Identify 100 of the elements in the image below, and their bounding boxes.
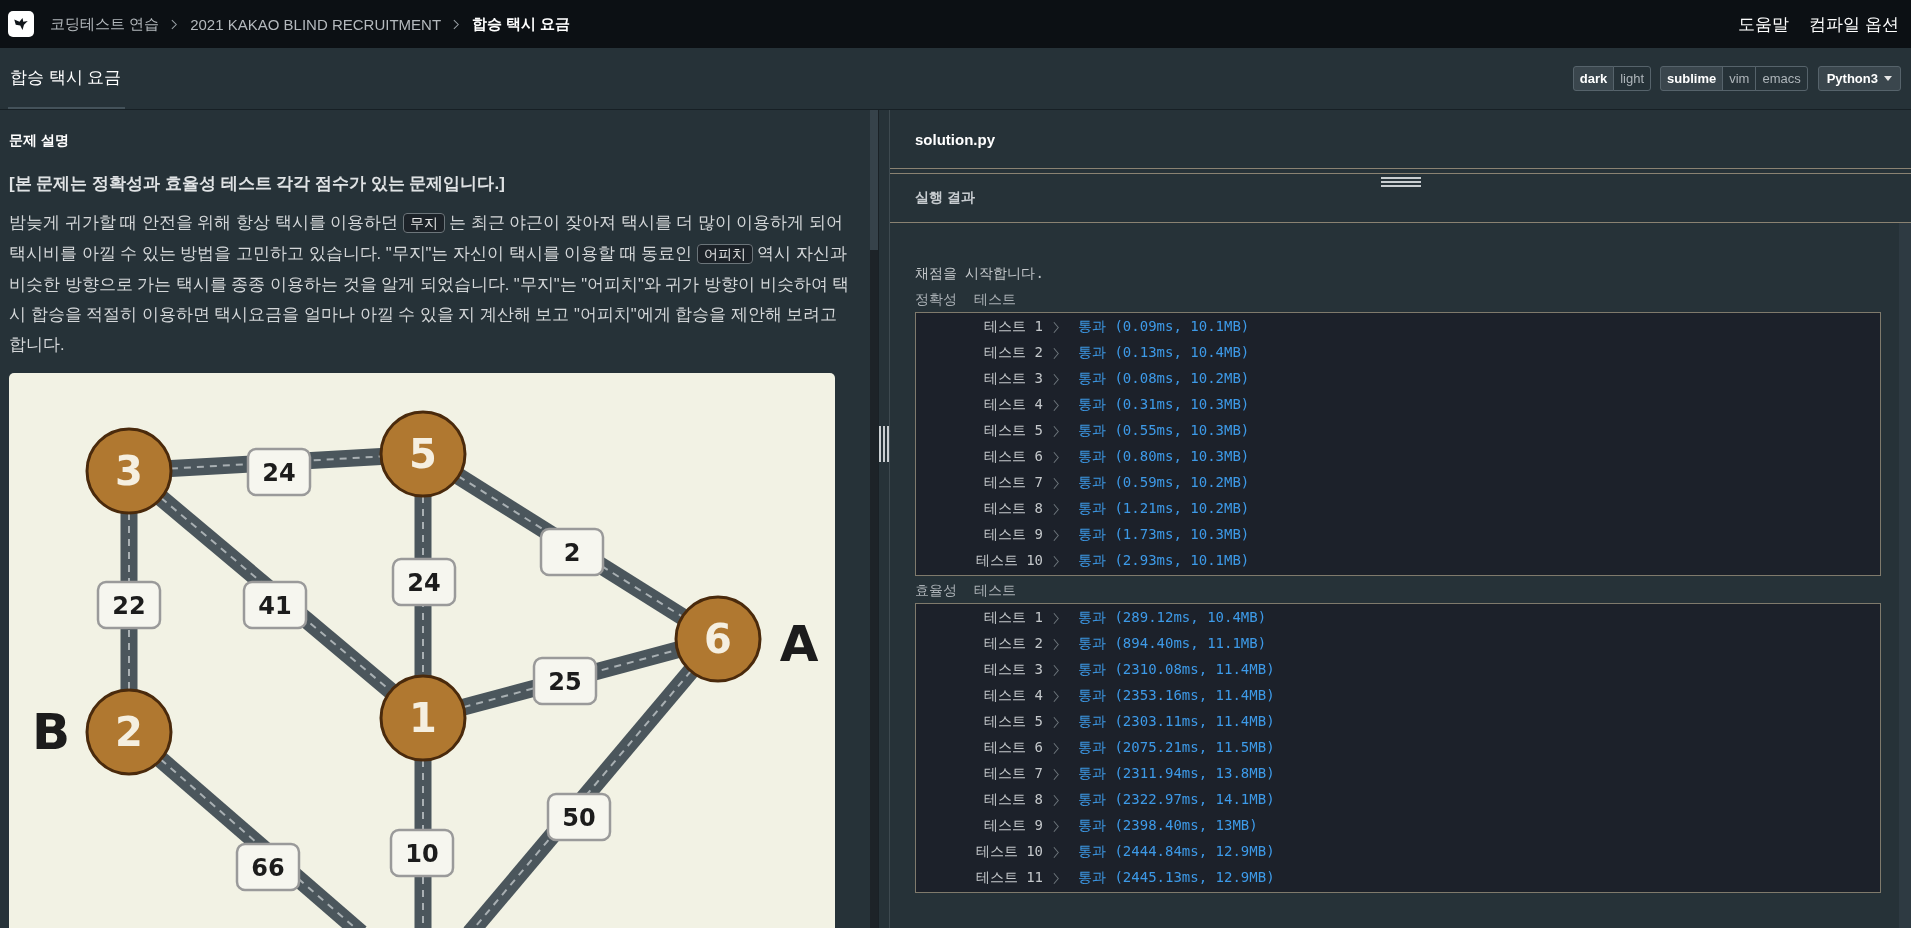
edge-weight-label: 10	[389, 828, 455, 878]
breadcrumb-link[interactable]: 합승 택시 요금	[472, 14, 571, 34]
logo-icon[interactable]	[8, 11, 34, 37]
edge-weight-label: 41	[242, 580, 308, 630]
edge-weight-label: 50	[546, 792, 612, 842]
test-label: 테스트 10	[974, 843, 1043, 861]
grip-icon[interactable]	[879, 426, 889, 462]
test-result-text: 통과 (0.59ms, 10.2MB)	[1078, 474, 1250, 492]
scrollbar[interactable]	[1899, 223, 1911, 928]
graph-node: 3	[85, 427, 173, 515]
test-result-text: 통과 (2353.16ms, 11.4MB)	[1078, 687, 1275, 705]
chevron-right-icon	[1053, 554, 1060, 568]
chevron-right-icon	[171, 18, 179, 30]
test-result-text: 통과 (2075.21ms, 11.5MB)	[1078, 739, 1275, 757]
keymap-toggle[interactable]: emacs	[1755, 66, 1808, 91]
chevron-right-icon	[1053, 611, 1060, 625]
chevron-right-icon	[1053, 476, 1060, 490]
test-label: 테스트 2	[983, 635, 1043, 653]
test-result-text: 통과 (2444.84ms, 12.9MB)	[1078, 843, 1275, 861]
nav-link[interactable]: 도움말	[1738, 12, 1790, 36]
edge-weight-label: 66	[235, 842, 301, 892]
language-dropdown[interactable]: Python3	[1817, 66, 1901, 91]
theme-toggle[interactable]: light	[1613, 66, 1652, 91]
test-label: 테스트 5	[983, 713, 1043, 731]
chevron-right-icon	[1053, 845, 1060, 859]
edge-weight-label: 25	[532, 656, 598, 706]
test-group-heading: 효율성 테스트	[915, 582, 1017, 600]
scrollbar[interactable]	[870, 110, 878, 928]
test-label: 테스트 4	[983, 396, 1043, 414]
test-label: 테스트 6	[983, 448, 1043, 466]
test-result-text: 통과 (894.40ms, 11.1MB)	[1078, 635, 1267, 653]
test-label: 테스트 3	[983, 661, 1043, 679]
chevron-right-icon	[1053, 871, 1060, 885]
test-label: 테스트 7	[983, 474, 1043, 492]
graph-node: 2	[85, 688, 173, 776]
test-label: 테스트 9	[983, 526, 1043, 544]
breadcrumb-link[interactable]: 코딩테스트 연습	[50, 14, 160, 34]
edge-weight-label: 22	[96, 580, 162, 630]
test-label: 테스트 8	[983, 500, 1043, 518]
test-result-text: 통과 (0.31ms, 10.3MB)	[1078, 396, 1250, 414]
breadcrumb-link[interactable]: 2021 KAKAO BLIND RECRUITMENT	[190, 15, 442, 33]
test-result-text: 통과 (0.55ms, 10.3MB)	[1078, 422, 1250, 440]
test-result-text: 통과 (2311.94ms, 13.8MB)	[1078, 765, 1275, 783]
edge-weight-label: 24	[391, 557, 457, 607]
test-result-text: 통과 (0.80ms, 10.3MB)	[1078, 448, 1250, 466]
chevron-right-icon	[1053, 637, 1060, 651]
graph-node: 1	[379, 674, 467, 762]
nav-link[interactable]: 컴파일 옵션	[1809, 12, 1899, 36]
chevron-right-icon	[453, 18, 461, 30]
test-label: 테스트 8	[983, 791, 1043, 809]
chevron-right-icon	[1053, 450, 1060, 464]
chevron-right-icon	[1053, 689, 1060, 703]
test-result-text: 통과 (2.93ms, 10.1MB)	[1078, 552, 1250, 570]
resize-handle-icon[interactable]	[1380, 177, 1421, 187]
edge-weight-label: 2	[539, 527, 605, 577]
chevron-right-icon	[1053, 424, 1060, 438]
keymap-toggle[interactable]: vim	[1722, 66, 1757, 91]
graph-node: 5	[379, 410, 467, 498]
problem-paragraph: 밤늦게 귀가할 때 안전을 위해 항상 택시를 이용하던 무지 는 최근 야근이 잦아져 택시를 더 많이 이용하게 되어 택시비를 아낄 수 있는 방법을 고민하고 있습니다. "무지"는 자신이 택시를 이용할 때 동료인 어피치 역시 자신과 비슷한 방향으로 가는 택시를 종종 이용하는 것을 알게 되었습니다. "무지"는 "어피치"와 귀가 방향이 비슷하여 택시 합승을 적절히 이용하면 택시요금을 얼마나 아낄 수 있을 지 계산해 보고 "어피치"에게 합승을 제안해 보려고 합니다.	[9, 212, 851, 355]
test-result-text: 통과 (1.21ms, 10.2MB)	[1078, 500, 1250, 518]
test-group-heading: 정확성 테스트	[915, 291, 1017, 309]
test-label: 테스트 5	[983, 422, 1043, 440]
caret-icon	[1884, 76, 1892, 81]
notice-heading: [본 문제는 정확성과 효율성 테스트 각각 점수가 있는 문제입니다.]	[9, 173, 506, 195]
node-tag-label: B	[31, 703, 71, 761]
node-tag-label: A	[779, 615, 819, 673]
test-result-text: 통과 (1.73ms, 10.3MB)	[1078, 526, 1250, 544]
edge-weight-label: 24	[246, 447, 312, 497]
chevron-right-icon	[1053, 793, 1060, 807]
test-result-text: 통과 (2303.11ms, 11.4MB)	[1078, 713, 1275, 731]
test-label: 테스트 6	[983, 739, 1043, 757]
chevron-right-icon	[1053, 502, 1060, 516]
chevron-right-icon	[1053, 663, 1060, 677]
section-heading: 문제 설명	[9, 132, 70, 150]
test-label: 테스트 7	[983, 765, 1043, 783]
test-label: 테스트 11	[974, 869, 1043, 887]
console-line: 채점을 시작합니다.	[915, 265, 1045, 283]
chevron-right-icon	[1053, 767, 1060, 781]
chevron-right-icon	[1053, 715, 1060, 729]
test-label: 테스트 4	[983, 687, 1043, 705]
test-result-text: 통과 (0.09ms, 10.1MB)	[1078, 318, 1250, 336]
chevron-right-icon	[1053, 741, 1060, 755]
test-label: 테스트 2	[983, 344, 1043, 362]
test-label: 테스트 1	[983, 609, 1043, 627]
test-label: 테스트 9	[983, 817, 1043, 835]
test-result-text: 통과 (2310.08ms, 11.4MB)	[1078, 661, 1275, 679]
graph-node: 6	[674, 595, 762, 683]
test-result-text: 통과 (0.13ms, 10.4MB)	[1078, 344, 1250, 362]
test-label: 테스트 10	[974, 552, 1043, 570]
test-result-text: 통과 (2322.97ms, 14.1MB)	[1078, 791, 1275, 809]
file-tab[interactable]: solution.py	[915, 130, 995, 148]
chevron-right-icon	[1053, 398, 1060, 412]
chevron-right-icon	[1053, 372, 1060, 386]
test-label: 테스트 3	[983, 370, 1043, 388]
theme-toggle[interactable]: dark	[1572, 66, 1615, 91]
chevron-right-icon	[1053, 346, 1060, 360]
test-result-text: 통과 (2445.13ms, 12.9MB)	[1078, 869, 1275, 887]
keymap-toggle[interactable]: sublime	[1660, 66, 1724, 91]
panel-splitter[interactable]	[878, 110, 890, 928]
test-result-text: 통과 (0.08ms, 10.2MB)	[1078, 370, 1250, 388]
